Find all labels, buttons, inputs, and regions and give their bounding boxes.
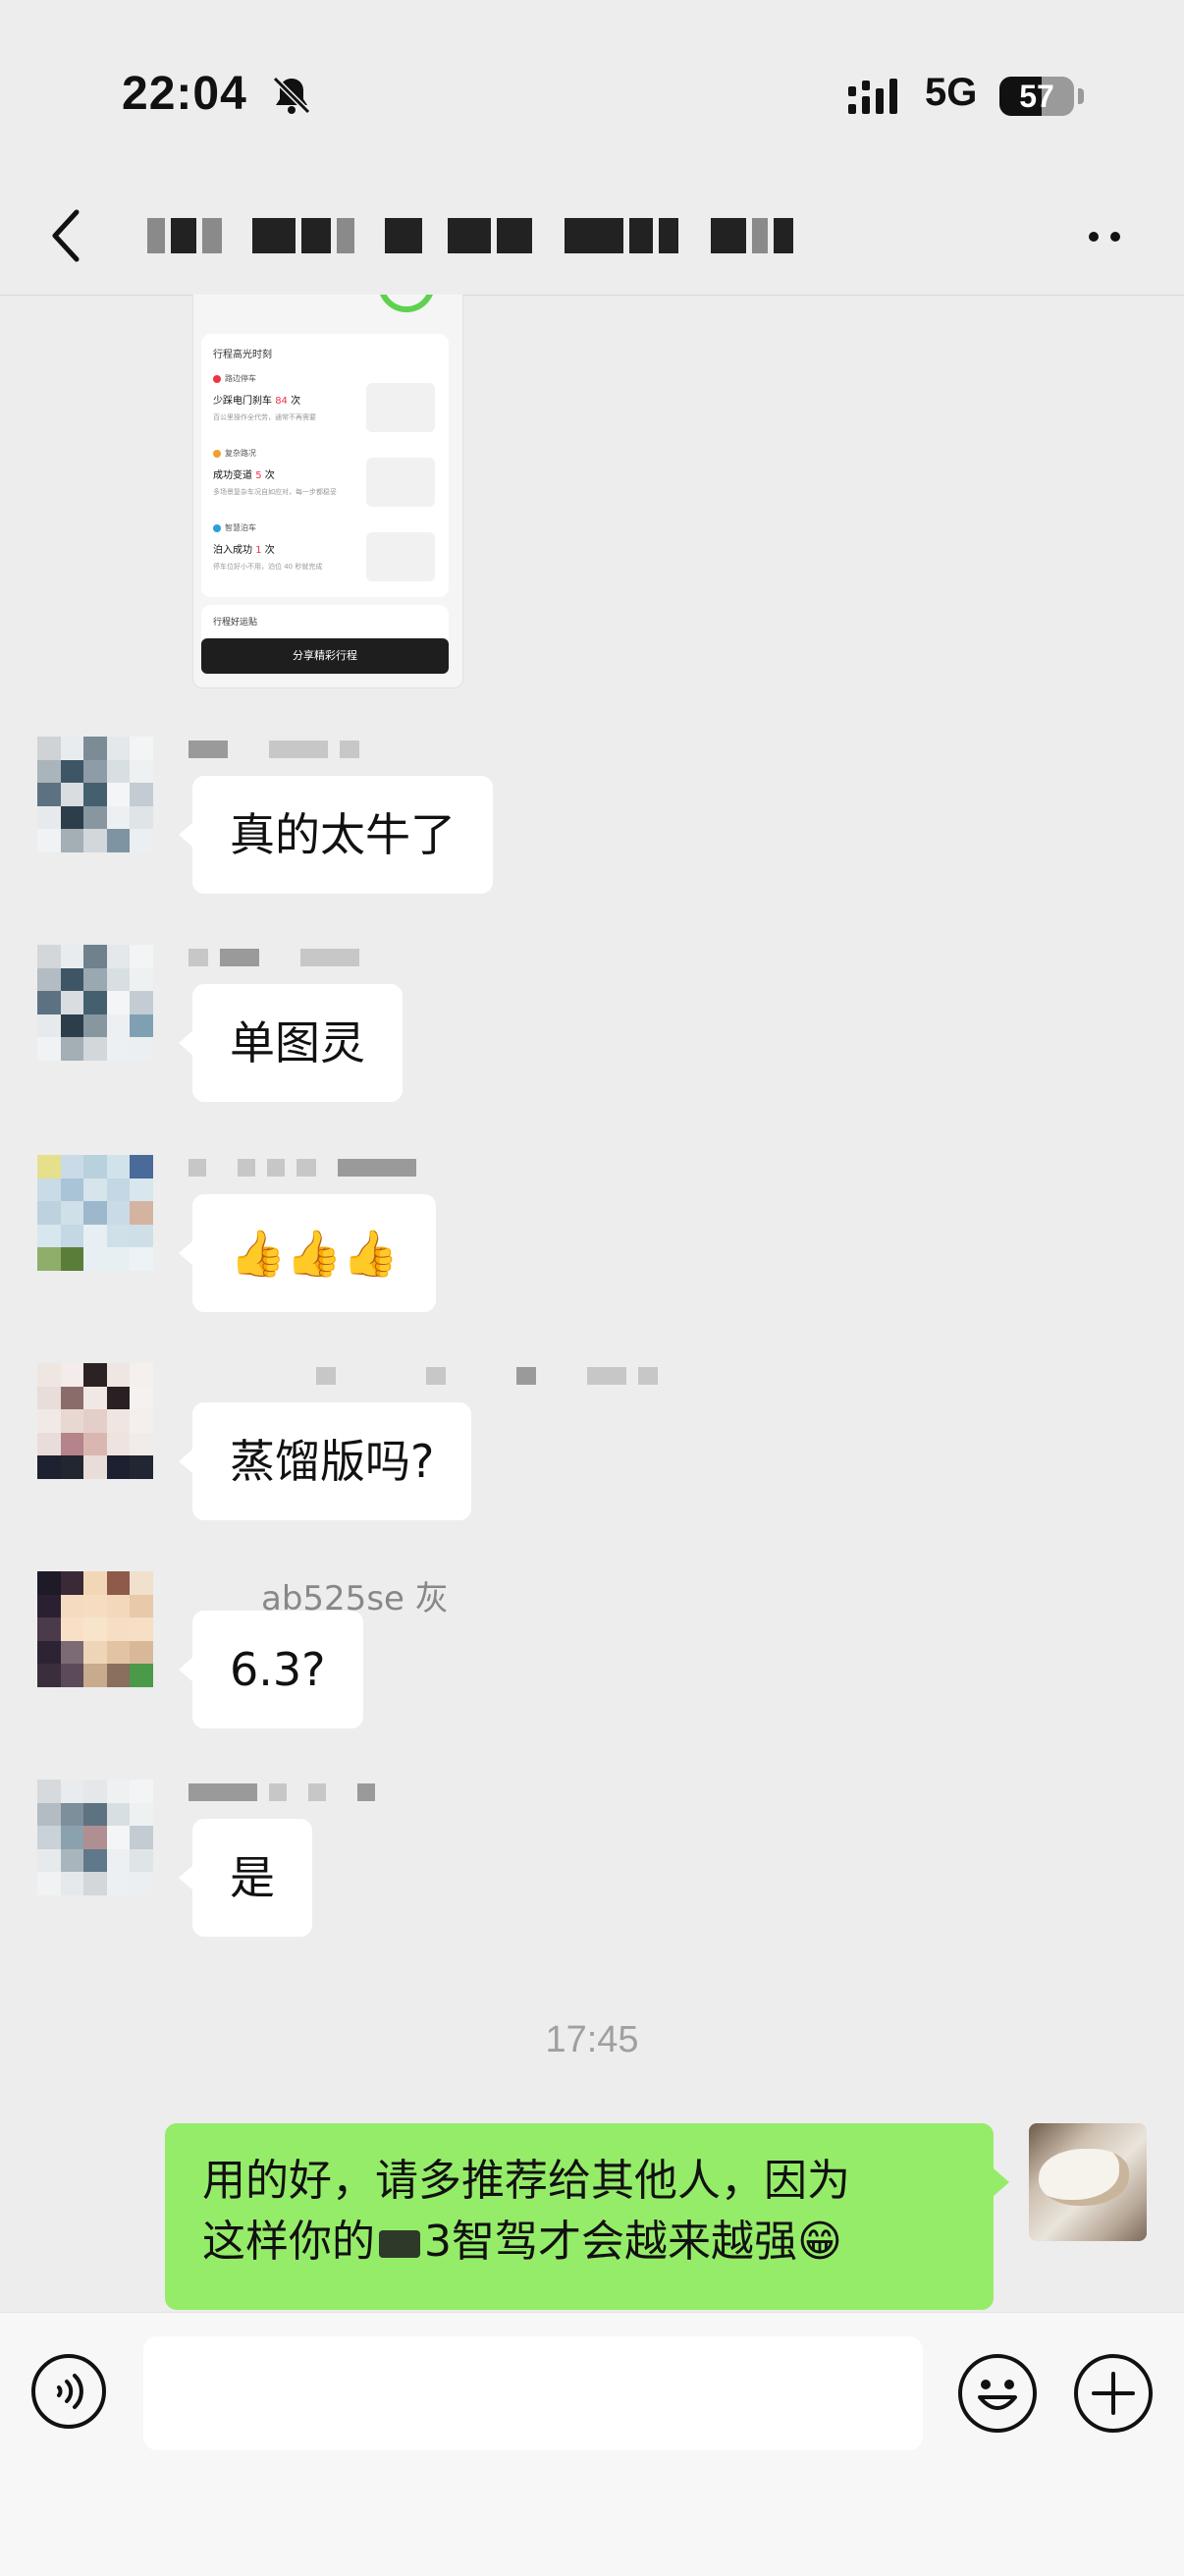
plus-icon[interactable] xyxy=(1072,2352,1155,2435)
avatar[interactable] xyxy=(37,737,153,852)
chat-header xyxy=(0,177,1184,296)
redaction-mark xyxy=(379,2230,420,2258)
message-bubble[interactable]: 蒸馏版吗? xyxy=(178,1402,472,1520)
my-message-text: 3智驾才会越来越强😁 xyxy=(424,2217,842,2267)
my-message-line: 用的好，请多推荐给其他人，因为 xyxy=(202,2156,850,2206)
highlights-title: 行程高光时刻 xyxy=(213,350,272,360)
chat-title-redacted xyxy=(147,206,982,265)
highlight-tag: 智慧泊车 xyxy=(225,523,256,532)
status-time: 22:04 xyxy=(122,68,247,120)
sender-name-redacted xyxy=(188,1367,658,1389)
highlight-text: 少踩电门刹车 xyxy=(213,396,272,407)
highlight-item: 智慧泊车 泊入成功 1 次 停车位好小不用，泊位 40 秒就完成 xyxy=(213,522,439,591)
my-message-text: 这样你的 xyxy=(202,2217,375,2267)
share-trip-button[interactable]: 分享精彩行程 xyxy=(201,638,449,674)
message-bubble[interactable]: 👍👍👍 xyxy=(179,1194,436,1312)
highlight-text: 成功变道 xyxy=(213,470,252,481)
sender-name-redacted xyxy=(188,1159,416,1180)
shared-trip-image[interactable]: 行程高光时刻 路边停车 少踩电门刹车 84 次 百公里操作全代劳，通常不再需要 … xyxy=(192,295,463,688)
highlight-value: 1 xyxy=(255,545,262,556)
avatar[interactable] xyxy=(37,1780,153,1895)
avatar[interactable] xyxy=(37,945,153,1061)
highlight-value: 84 xyxy=(275,396,288,407)
message-bubble[interactable]: 单图灵 xyxy=(179,984,403,1102)
sender-name-redacted xyxy=(188,949,359,970)
chat-timestamp: 17:45 xyxy=(545,2019,639,2060)
signal-icon xyxy=(848,79,897,114)
sender-name-redacted xyxy=(188,740,359,762)
avatar[interactable] xyxy=(37,1155,153,1271)
status-bar: 22:04 5G 57 xyxy=(0,0,1184,177)
avatar[interactable] xyxy=(37,1363,153,1479)
highlight-illustration xyxy=(366,458,435,507)
my-message-bubble[interactable]: 用的好，请多推荐给其他人，因为 这样你的 3智驾才会越来越强😁 xyxy=(165,2123,1009,2310)
highlight-illustration xyxy=(366,383,435,432)
trip-highlights-card: 行程高光时刻 路边停车 少踩电门刹车 84 次 百公里操作全代劳，通常不再需要 … xyxy=(201,334,449,597)
voice-icon[interactable] xyxy=(29,2352,108,2431)
highlight-value: 5 xyxy=(255,470,262,481)
emoji-icon[interactable] xyxy=(956,2352,1039,2435)
sender-name-redacted xyxy=(188,1783,375,1805)
battery-cap xyxy=(1078,88,1084,104)
highlight-unit: 次 xyxy=(264,470,275,481)
highlight-unit: 次 xyxy=(291,396,301,407)
highlight-item: 复杂路况 成功变道 5 次 多场景复杂车况自如应对，每一步都稳妥 xyxy=(213,448,439,517)
input-bar xyxy=(0,2312,1184,2576)
highlight-tag: 复杂路况 xyxy=(225,449,256,458)
my-avatar[interactable] xyxy=(1029,2123,1147,2241)
my-message-line: 这样你的 3智驾才会越来越强😁 xyxy=(202,2212,956,2273)
battery-level: 57 xyxy=(1019,79,1054,114)
highlight-text: 泊入成功 xyxy=(213,545,252,556)
message-bubble[interactable]: 真的太牛了 xyxy=(179,776,493,894)
lucky-title: 行程好运贴 xyxy=(213,618,258,628)
highlight-tag: 路边停车 xyxy=(225,374,256,383)
message-bubble[interactable]: 6.3? xyxy=(179,1611,363,1728)
network-type: 5G xyxy=(925,71,978,114)
message-input[interactable] xyxy=(143,2336,923,2450)
check-ring-icon xyxy=(378,295,435,312)
bell-muted-icon xyxy=(272,76,311,115)
highlight-item: 路边停车 少踩电门刹车 84 次 百公里操作全代劳，通常不再需要 xyxy=(213,373,439,442)
battery-icon: 57 xyxy=(999,77,1074,116)
dog-photo xyxy=(1039,2149,1129,2206)
more-dots-icon[interactable] xyxy=(1086,230,1125,244)
highlight-unit: 次 xyxy=(264,545,275,556)
highlight-illustration xyxy=(366,532,435,581)
avatar[interactable] xyxy=(37,1571,153,1687)
chevron-left-icon[interactable] xyxy=(43,206,92,265)
message-bubble[interactable]: 是 xyxy=(179,1819,312,1937)
